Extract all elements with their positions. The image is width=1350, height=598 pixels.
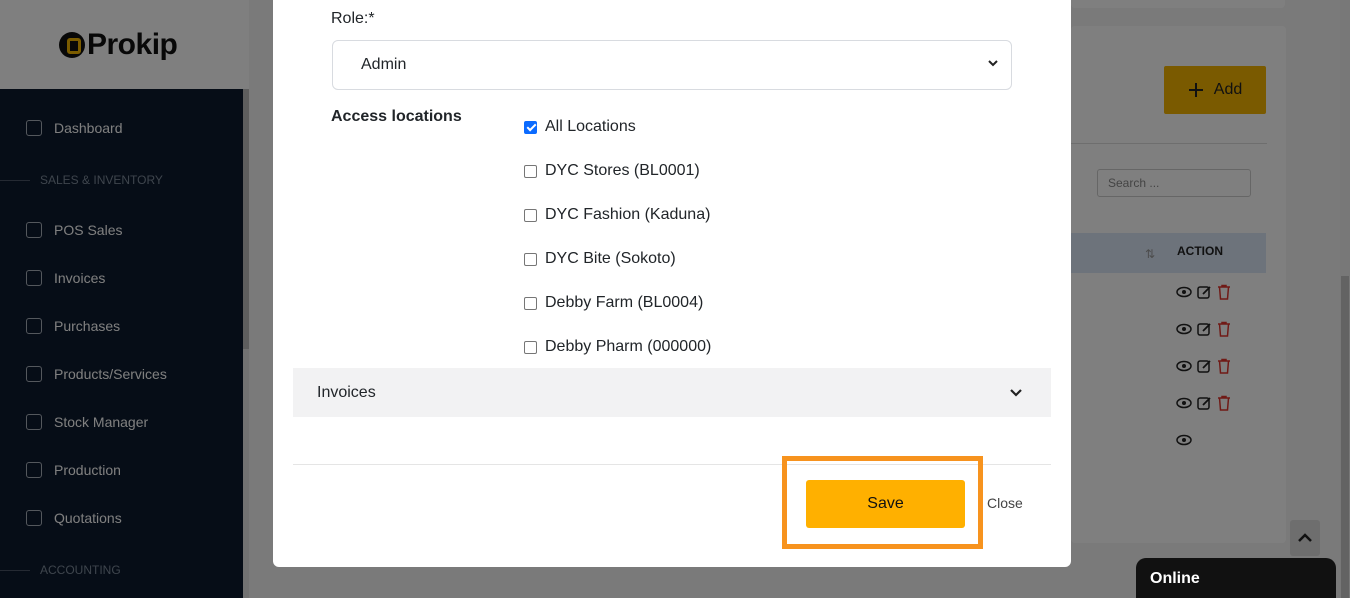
accordion-label: Invoices	[317, 383, 376, 401]
location-checkbox-dyc-stores[interactable]: DYC Stores (BL0001)	[524, 162, 700, 180]
checkbox[interactable]	[524, 340, 537, 354]
user-edit-modal: Role:* Admin Access locations All Locati…	[273, 0, 1071, 567]
location-checkbox-all[interactable]: All Locations	[524, 118, 636, 136]
location-checkbox-debby-farm[interactable]: Debby Farm (BL0004)	[524, 294, 703, 312]
checkbox[interactable]	[524, 208, 537, 222]
role-select[interactable]: Admin	[332, 40, 1012, 90]
access-locations-label: Access locations	[331, 108, 462, 125]
role-label: Role:*	[331, 10, 375, 27]
checkbox[interactable]	[524, 120, 537, 134]
checkbox[interactable]	[524, 252, 537, 266]
location-label: DYC Stores (BL0001)	[545, 162, 700, 179]
location-label: DYC Bite (Sokoto)	[545, 250, 676, 267]
location-label: Debby Farm (BL0004)	[545, 294, 704, 311]
location-checkbox-dyc-bite[interactable]: DYC Bite (Sokoto)	[524, 250, 676, 268]
checkbox[interactable]	[524, 164, 537, 178]
location-checkbox-debby-pharm[interactable]: Debby Pharm (000000)	[524, 338, 711, 356]
location-label: Debby Pharm (000000)	[545, 338, 712, 355]
save-button[interactable]: Save	[806, 480, 965, 528]
role-selected-value: Admin	[361, 56, 407, 73]
chat-status-label: Online	[1150, 570, 1200, 587]
location-label: All Locations	[545, 118, 636, 135]
chevron-down-icon	[988, 60, 998, 67]
checkbox[interactable]	[524, 296, 537, 310]
close-button[interactable]: Close	[987, 495, 1023, 511]
invoices-accordion[interactable]: Invoices	[293, 368, 1051, 417]
chevron-down-icon	[1010, 389, 1022, 397]
location-checkbox-dyc-fashion[interactable]: DYC Fashion (Kaduna)	[524, 206, 710, 224]
chat-status-widget[interactable]: Online	[1136, 558, 1336, 598]
location-label: DYC Fashion (Kaduna)	[545, 206, 711, 223]
